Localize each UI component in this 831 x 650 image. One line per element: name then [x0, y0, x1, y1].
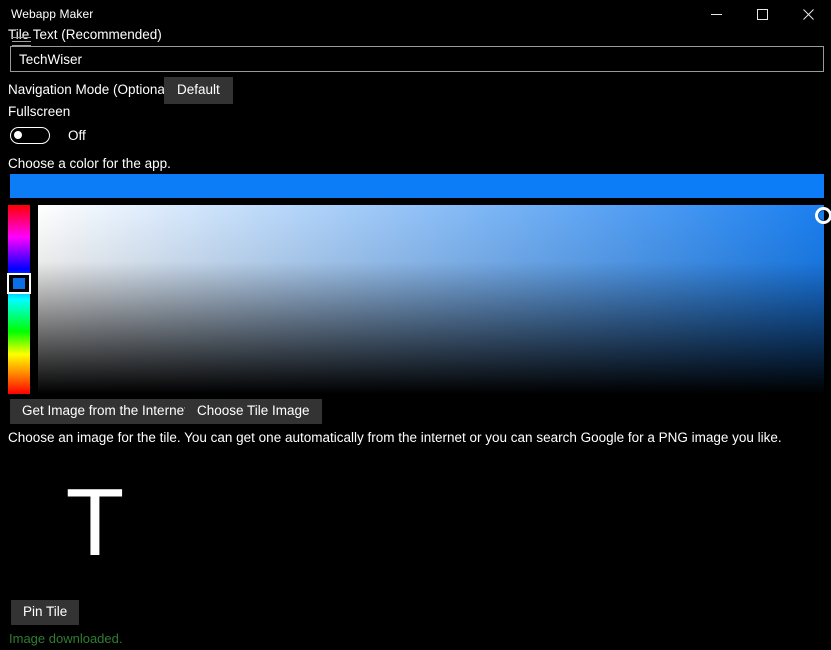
navigation-mode-button[interactable]: Default	[164, 77, 233, 104]
fullscreen-toggle[interactable]	[10, 127, 50, 144]
get-image-from-internet-button[interactable]: Get Image from the Internet	[10, 399, 200, 424]
choose-color-label: Choose a color for the app.	[8, 156, 171, 171]
tile-text-label: Tile Text (Recommended)	[8, 27, 162, 42]
minimize-icon	[710, 13, 722, 15]
choose-tile-image-button[interactable]: Choose Tile Image	[185, 399, 322, 424]
maximize-button[interactable]	[739, 0, 785, 28]
tile-preview-glyph: T	[65, 468, 125, 576]
tile-image-preview: T	[35, 468, 155, 576]
color-picker	[7, 205, 831, 394]
image-help-text: Choose an image for the tile. You can ge…	[8, 430, 782, 445]
app-window: Webapp Maker Tile Text (Recommended) Tec…	[0, 0, 831, 650]
navigation-mode-label: Navigation Mode (Optional)	[8, 82, 173, 97]
saturation-value-thumb[interactable]	[815, 207, 831, 224]
hue-slider[interactable]	[7, 205, 31, 394]
toggle-knob	[14, 131, 22, 139]
close-button[interactable]	[785, 0, 831, 28]
selected-color-preview[interactable]	[10, 174, 824, 198]
fullscreen-label: Fullscreen	[8, 104, 71, 119]
resize-grip-icon	[12, 37, 31, 46]
saturation-value-square[interactable]	[38, 205, 831, 394]
window-controls	[693, 0, 831, 28]
minimize-button[interactable]	[693, 0, 739, 28]
pin-tile-button[interactable]: Pin Tile	[11, 600, 80, 625]
window-title: Webapp Maker	[11, 7, 94, 21]
tile-text-input[interactable]	[10, 46, 824, 72]
close-icon	[802, 8, 814, 20]
title-bar: Webapp Maker	[0, 0, 831, 28]
fullscreen-state-label: Off	[68, 128, 86, 143]
fullscreen-toggle-row: Off	[10, 127, 86, 144]
status-message: Image downloaded.	[9, 631, 123, 646]
tile-text-input-wrap	[10, 37, 824, 72]
hue-slider-thumb[interactable]	[7, 273, 31, 294]
maximize-icon	[756, 8, 768, 20]
hue-thumb-swatch	[13, 278, 25, 289]
